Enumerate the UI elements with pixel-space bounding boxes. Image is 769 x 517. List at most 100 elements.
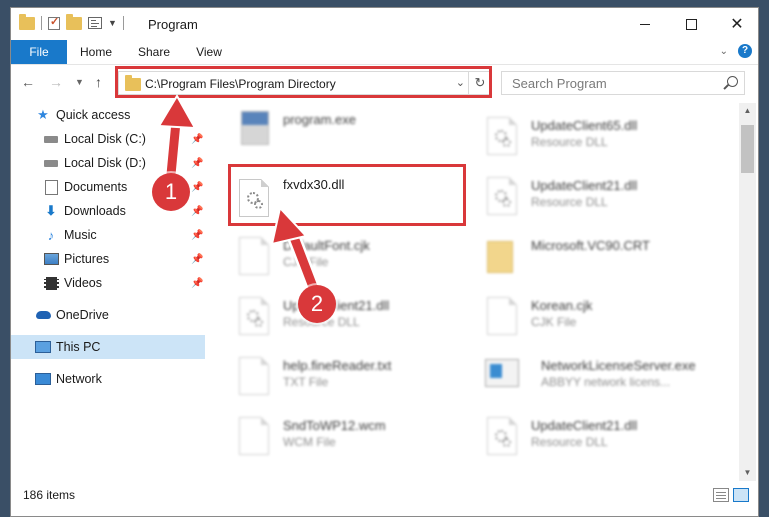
network-icon: [35, 372, 51, 386]
sidebar-item-onedrive[interactable]: OneDrive: [11, 303, 205, 327]
sidebar-item-label: Downloads: [64, 204, 126, 218]
toolbar-divider: [41, 16, 42, 30]
forward-arrow-icon[interactable]: →: [49, 74, 63, 90]
file-name: Korean.cjk: [531, 298, 593, 313]
address-bar[interactable]: C:\Program Files\Program Directory ⌄ ↻: [118, 71, 492, 95]
maximize-button[interactable]: [668, 8, 714, 40]
computer-icon: [35, 340, 51, 354]
file-description: Resource DLL: [531, 195, 608, 209]
pin-icon[interactable]: 📌: [191, 278, 203, 289]
recent-locations-chevron-icon[interactable]: ▼: [75, 77, 84, 87]
file-name: NetworkLicenseServer.exe: [541, 358, 696, 373]
back-arrow-icon[interactable]: ←: [21, 74, 35, 90]
file-item[interactable]: NetworkLicenseServer.exe ABBYY network l…: [479, 351, 729, 409]
star-icon: ★: [37, 107, 49, 122]
sidebar-item-network[interactable]: Network: [11, 367, 205, 391]
chevron-down-icon[interactable]: ▼: [108, 18, 117, 28]
file-item[interactable]: program.exe: [231, 105, 481, 163]
sidebar-item-videos[interactable]: Videos 📌: [11, 271, 205, 295]
folder-icon: [487, 241, 513, 273]
pin-icon[interactable]: 📌: [191, 206, 203, 217]
search-box[interactable]: [501, 71, 745, 95]
dll-icon: [487, 177, 517, 215]
file-item-highlighted[interactable]: fxvdx30.dll: [231, 173, 481, 231]
step-1-badge: 1: [152, 173, 190, 211]
pin-icon[interactable]: 📌: [191, 230, 203, 241]
navigation-pane: ★ Quick access Local Disk (C:) 📌 Local D…: [11, 103, 205, 489]
expand-ribbon-icon[interactable]: ⌄: [720, 46, 728, 57]
details-view-icon[interactable]: [713, 488, 729, 502]
file-item[interactable]: UpdateClient65.dll Resource DLL: [479, 111, 729, 169]
sidebar-item-music[interactable]: ♪ Music 📌: [11, 223, 205, 247]
chevron-down-icon[interactable]: ⌄: [456, 76, 465, 89]
file-icon: [487, 297, 517, 335]
new-folder-icon[interactable]: [66, 13, 82, 30]
file-name: program.exe: [283, 112, 356, 127]
file-description: Resource DLL: [531, 435, 608, 449]
pin-icon[interactable]: 📌: [191, 182, 203, 193]
dll-icon: [487, 117, 517, 155]
file-description: CJK File: [531, 315, 577, 329]
documents-icon: [43, 179, 59, 195]
tab-view[interactable]: View: [187, 40, 231, 64]
search-input[interactable]: [510, 75, 714, 92]
sidebar-item-label: Local Disk (C:): [64, 132, 146, 146]
minimize-button[interactable]: [622, 8, 668, 40]
navigation-bar: ← → ▼ ↑ C:\Program Files\Program Directo…: [11, 65, 758, 101]
file-name: fxvdx30.dll: [283, 177, 345, 192]
help-icon[interactable]: ?: [738, 44, 752, 58]
close-button[interactable]: ✕: [714, 8, 758, 40]
file-item[interactable]: UpdateClient21.dll Resource DLL: [479, 411, 729, 469]
sidebar-item-quick-access[interactable]: ★ Quick access: [11, 103, 205, 127]
file-item[interactable]: UpdateClient21.dll Resource DLL: [231, 291, 481, 349]
large-icons-view-icon[interactable]: [733, 488, 749, 502]
file-item[interactable]: Korean.cjk CJK File: [479, 291, 729, 349]
folder-icon: [19, 13, 35, 30]
search-icon[interactable]: [727, 76, 738, 87]
vertical-scrollbar[interactable]: ▲ ▼: [739, 103, 756, 481]
sidebar-item-label: Music: [64, 228, 97, 242]
sidebar-item-pictures[interactable]: Pictures 📌: [11, 247, 205, 271]
pin-icon[interactable]: 📌: [191, 134, 203, 145]
file-item[interactable]: DefaultFont.cjk CJK File: [231, 231, 481, 289]
tab-home[interactable]: Home: [73, 40, 119, 64]
pin-icon[interactable]: 📌: [191, 254, 203, 265]
sidebar-item-local-disk-c[interactable]: Local Disk (C:) 📌: [11, 127, 205, 151]
music-icon: ♪: [47, 227, 55, 243]
scrollbar-thumb[interactable]: [741, 125, 754, 173]
tab-file[interactable]: File: [11, 40, 67, 64]
file-description: TXT File: [283, 375, 329, 389]
scroll-down-icon[interactable]: ▼: [739, 465, 756, 481]
file-list: program.exe fxvdx30.dll DefaultFont.cjk …: [207, 103, 737, 481]
file-item[interactable]: help.fineReader.txt TXT File: [231, 351, 481, 409]
cloud-icon: [35, 308, 51, 322]
file-explorer-window: ▼ Program ✕ File Home Share View ⌄ ? ← →…: [10, 7, 759, 517]
address-path: C:\Program Files\Program Directory: [145, 77, 336, 91]
file-item[interactable]: SndToWP12.wcm WCM File: [231, 411, 481, 469]
file-item[interactable]: UpdateClient21.dll Resource DLL: [479, 171, 729, 229]
file-description: Resource DLL: [531, 135, 608, 149]
refresh-icon[interactable]: ↻: [468, 72, 491, 94]
ribbon-tabs: File Home Share View ⌄ ?: [11, 40, 758, 65]
file-name: UpdateClient21.dll: [531, 418, 638, 433]
scroll-up-icon[interactable]: ▲: [739, 103, 756, 119]
sidebar-item-this-pc[interactable]: This PC: [11, 335, 205, 359]
sidebar-item-label: Quick access: [56, 108, 131, 122]
file-description: ABBYY network licens...: [541, 375, 671, 389]
pictures-icon: [43, 252, 59, 266]
drive-icon: [43, 156, 59, 170]
file-icon: [239, 417, 269, 455]
pin-icon[interactable]: 📌: [191, 158, 203, 169]
sidebar-item-local-disk-d[interactable]: Local Disk (D:) 📌: [11, 151, 205, 175]
status-bar: 186 items: [11, 484, 758, 508]
properties-check-icon[interactable]: [48, 15, 60, 30]
tab-share[interactable]: Share: [131, 40, 177, 64]
up-arrow-icon[interactable]: ↑: [95, 74, 102, 90]
sidebar-item-label: This PC: [56, 340, 101, 354]
customize-icon[interactable]: [88, 17, 102, 29]
file-item[interactable]: Microsoft.VC90.CRT: [479, 231, 729, 289]
minimize-icon: [640, 23, 650, 25]
sidebar-item-label: Network: [56, 372, 102, 386]
folder-icon: [125, 75, 141, 91]
file-name: UpdateClient21.dll: [531, 178, 638, 193]
